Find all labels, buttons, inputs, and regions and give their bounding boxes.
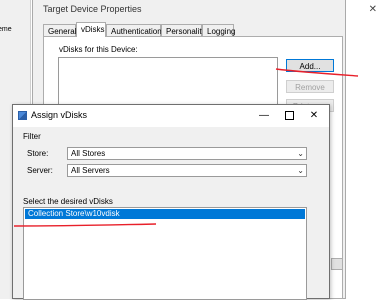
desired-vdisks-list[interactable]: Collection Store\w10vdisk: [23, 207, 307, 300]
assign-vdisks-dialog: Assign vDisks — ✕ Filter Store: All Stor…: [12, 104, 330, 300]
background-text-fragment: eme: [0, 26, 12, 33]
window-title: Target Device Properties: [43, 4, 142, 14]
close-icon[interactable]: ✕: [303, 108, 325, 124]
server-select[interactable]: All Servers ⌄: [67, 164, 307, 177]
chevron-down-icon: ⌄: [297, 166, 304, 175]
close-icon[interactable]: ✕: [369, 4, 377, 15]
dialog-titlebar: Assign vDisks — ✕: [13, 105, 329, 127]
list-item[interactable]: Collection Store\w10vdisk: [25, 209, 305, 219]
chevron-down-icon: ⌄: [297, 149, 304, 158]
filter-group-label: Filter: [23, 132, 41, 141]
store-label: Store:: [27, 149, 49, 158]
vdisk-app-icon: [18, 111, 27, 120]
tab-vdisks[interactable]: vDisks: [76, 22, 106, 37]
vdisks-for-device-label: vDisks for this Device:: [59, 45, 138, 54]
server-label: Server:: [27, 166, 53, 175]
store-select-value: All Stores: [71, 149, 106, 158]
maximize-icon[interactable]: [278, 108, 300, 124]
add-button[interactable]: Add...: [286, 59, 334, 72]
server-select-value: All Servers: [71, 166, 110, 175]
store-select[interactable]: All Stores ⌄: [67, 147, 307, 160]
minimize-icon[interactable]: —: [253, 108, 275, 124]
device-vdisks-list[interactable]: [58, 57, 278, 105]
desired-vdisks-label: Select the desired vDisks: [23, 197, 113, 206]
dialog-footer-button[interactable]: [331, 258, 343, 270]
dialog-title: Assign vDisks: [31, 110, 88, 120]
remove-button[interactable]: Remove: [286, 80, 334, 93]
